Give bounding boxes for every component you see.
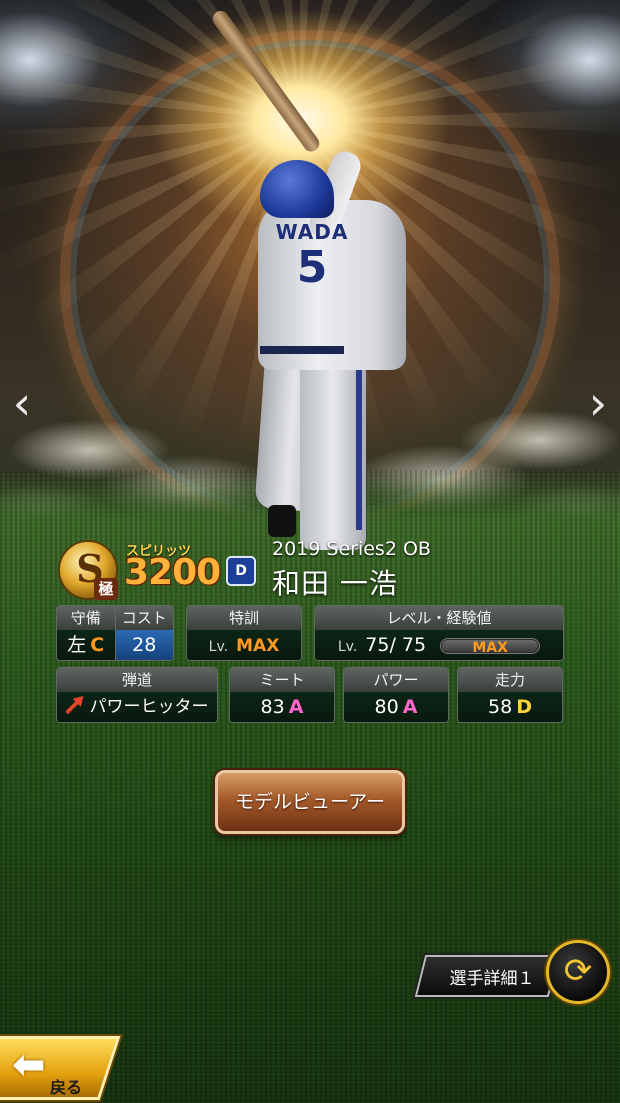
speed-value: 58 D [458, 692, 562, 722]
meet-box: ミート 83 A [229, 667, 335, 723]
pants-stripe [356, 370, 362, 530]
cost-header: コスト [115, 606, 173, 630]
speed-number: 58 [488, 696, 513, 718]
trajectory-text: パワーヒッター [89, 697, 209, 717]
rank-badge: S 極 [58, 540, 118, 600]
back-label[interactable]: 戻る [50, 1074, 82, 1098]
bat [209, 7, 323, 155]
power-value: 80 A [344, 692, 448, 722]
cycle-button[interactable]: ⟳ [546, 940, 610, 1004]
jersey-name: WADA [275, 220, 349, 244]
trajectory-header: 弾道 [57, 668, 217, 692]
position-cost-box: 守備 左C コスト 28 [56, 605, 174, 661]
position-text: 左 [67, 634, 87, 656]
training-max: MAX [236, 636, 280, 656]
power-grade: A [402, 696, 418, 718]
level-header: レベル・経験値 [315, 606, 563, 630]
cost-cell: コスト 28 [114, 606, 173, 660]
meet-value: 83 A [230, 692, 334, 722]
jersey-number: 5 [296, 242, 328, 293]
level-value: Lv. 75/ 75 MAX [315, 630, 563, 660]
trajectory-box: 弾道 パワーヒッター [56, 667, 218, 723]
speed-grade: D [516, 696, 532, 718]
position-grade: C [90, 634, 105, 656]
training-box: 特訓 Lv. MAX [186, 605, 302, 661]
exp-bar: MAX [440, 637, 541, 656]
player-helmet [260, 160, 334, 218]
position-header: 守備 [57, 606, 115, 630]
trajectory-arrow-icon [65, 696, 84, 714]
player-shoe [268, 505, 296, 537]
level-lv-prefix: Lv. [337, 639, 358, 655]
power-header: パワー [344, 668, 448, 692]
spirits-value: 3200 [124, 552, 221, 593]
player-illustration[interactable]: WADA 5 [200, 7, 420, 550]
training-header: 特訓 [187, 606, 301, 630]
chevron-right-icon[interactable]: › [584, 380, 612, 430]
training-lv-prefix: Lv. [208, 639, 229, 655]
cycle-arrows-icon: ⟳ [563, 951, 593, 991]
exp-bar-label: MAX [472, 639, 508, 656]
card-series: 2019 Series2 OB [272, 538, 431, 560]
position-cell: 守備 左C [57, 606, 115, 660]
training-value: Lv. MAX [187, 630, 301, 660]
trajectory-value: パワーヒッター [57, 692, 217, 722]
team-logo-icon: D [226, 556, 256, 586]
model-viewer-button[interactable]: モデルビューアー [215, 770, 405, 834]
level-box: レベル・経験値 Lv. 75/ 75 MAX [314, 605, 564, 661]
player-belt [260, 346, 344, 354]
chevron-left-icon[interactable]: ‹ [8, 380, 36, 430]
position-value: 左C [57, 630, 115, 660]
power-box: パワー 80 A [343, 667, 449, 723]
cost-value: 28 [115, 630, 173, 660]
speed-header: 走力 [458, 668, 562, 692]
player-detail-label[interactable]: 選手詳細１ [432, 964, 552, 989]
player-name: 和田 一浩 [272, 567, 398, 600]
power-number: 80 [374, 696, 399, 718]
meet-header: ミート [230, 668, 334, 692]
meet-number: 83 [260, 696, 285, 718]
meet-grade: A [288, 696, 304, 718]
rank-modifier: 極 [94, 578, 118, 600]
speed-box: 走力 58 D [457, 667, 563, 723]
level-text: 75/ 75 [365, 634, 427, 656]
